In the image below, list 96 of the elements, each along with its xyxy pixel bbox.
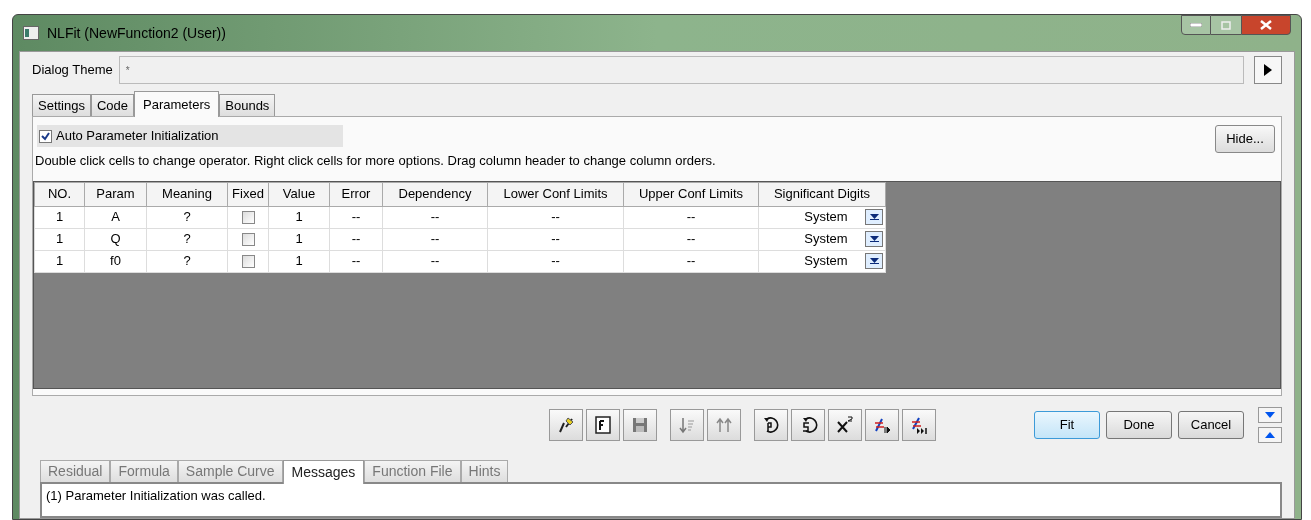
tab[interactable]: Formula — [110, 460, 178, 482]
caret-up-icon — [1265, 432, 1275, 438]
expand-button[interactable] — [1258, 427, 1282, 443]
checkbox[interactable] — [241, 211, 255, 225]
toolbar-button[interactable] — [791, 409, 825, 441]
table-cell: 1 — [55, 231, 64, 247]
column-header[interactable]: Lower Conf Limits — [487, 182, 624, 206]
close-button[interactable] — [1241, 15, 1291, 35]
table-cell: -- — [430, 231, 440, 247]
table-cell: -- — [351, 231, 361, 247]
tab[interactable]: Settings — [32, 94, 91, 116]
minimize-button[interactable] — [1181, 15, 1211, 35]
table-cell: 1 — [295, 253, 303, 269]
tab[interactable]: Function File — [364, 460, 461, 482]
tab[interactable]: Residual — [40, 460, 111, 482]
dialog-theme-value: * — [125, 63, 130, 78]
checkbox[interactable] — [39, 129, 52, 143]
column-header[interactable]: Fixed — [227, 182, 269, 206]
iterate-until-done-icon — [909, 415, 929, 435]
caret-down-icon — [1265, 412, 1275, 418]
tab[interactable]: Hints — [460, 460, 509, 482]
dropdown-button[interactable] — [865, 231, 883, 247]
hint-text: Double click cells to change operator. Right click cells for more options. Drag column header to change column orders. — [35, 152, 717, 170]
maximize-icon — [1221, 20, 1231, 30]
dialog-theme-label: Dialog Theme — [32, 61, 113, 80]
table-cell: -- — [551, 231, 560, 247]
table-cell: -- — [686, 231, 696, 247]
sort-up-icon — [714, 415, 734, 435]
column-header[interactable]: NO. — [34, 182, 85, 206]
table-cell: ? — [183, 253, 191, 269]
dialog-button[interactable]: Cancel — [1178, 411, 1244, 439]
dialog-button[interactable]: Fit — [1034, 411, 1100, 439]
toolbar-button[interactable] — [902, 409, 936, 441]
table-cell: -- — [430, 209, 440, 225]
play-button[interactable] — [1254, 56, 1282, 84]
table-cell: 1 — [55, 209, 64, 225]
tab[interactable]: Code — [91, 94, 135, 116]
dropdown-value: System — [803, 208, 849, 227]
sort-down-icon — [677, 415, 697, 435]
toolbar-button[interactable] — [828, 409, 862, 441]
table-cell: -- — [686, 209, 696, 225]
checkbox-label: Auto Parameter Initialization — [56, 127, 219, 146]
table-cell: -- — [351, 253, 361, 269]
maximize-button[interactable] — [1211, 15, 1241, 35]
table-cell: ? — [183, 231, 191, 247]
dialog-button[interactable]: Done — [1106, 411, 1172, 439]
table-cell: 1 — [295, 231, 303, 247]
play-icon — [1264, 64, 1272, 76]
close-icon — [1260, 20, 1272, 30]
save-icon — [630, 415, 650, 435]
dropdown-value: System — [803, 230, 849, 249]
dropdown-button[interactable] — [865, 253, 883, 269]
table-cell: -- — [351, 209, 361, 225]
tab[interactable]: Sample Curve — [177, 460, 283, 482]
checkbox[interactable] — [241, 255, 255, 269]
table-cell: 1 — [295, 209, 303, 225]
caret-down-icon — [869, 214, 879, 220]
checkbox[interactable] — [241, 233, 255, 247]
window-app-icon — [23, 26, 39, 40]
column-header[interactable]: Value — [268, 182, 330, 206]
table-cell: -- — [686, 253, 696, 269]
table-cell: ? — [183, 209, 191, 225]
table-cell: Q — [110, 231, 121, 247]
toolbar-button[interactable] — [865, 409, 899, 441]
table-cell: 1 — [55, 253, 64, 269]
message-line: (1) Parameter Initialization was called. — [46, 487, 267, 505]
minimize-icon — [1190, 23, 1202, 27]
caret-down-icon — [869, 258, 879, 264]
collapse-button[interactable] — [1258, 407, 1282, 423]
dropdown-value: System — [803, 252, 849, 271]
function-document-icon — [593, 415, 613, 435]
tab[interactable]: Messages — [282, 460, 365, 484]
table-cell: -- — [551, 253, 560, 269]
column-header[interactable]: Upper Conf Limits — [623, 182, 759, 206]
undo-p-icon — [761, 415, 781, 435]
tab[interactable]: Bounds — [219, 94, 276, 116]
table-cell: -- — [551, 209, 560, 225]
chi-square-icon — [835, 415, 855, 435]
column-header[interactable]: Dependency — [382, 182, 488, 206]
caret-down-icon — [869, 236, 879, 242]
column-header[interactable]: Meaning — [146, 182, 228, 206]
table-cell: -- — [430, 253, 440, 269]
table-cell: A — [111, 209, 120, 225]
dialog-theme-field[interactable]: * — [118, 56, 1244, 84]
function-pencil-icon — [556, 415, 576, 435]
toolbar-button[interactable] — [586, 409, 620, 441]
window-title: NLFit (NewFunction2 (User)) — [47, 23, 226, 43]
toolbar-button[interactable] — [754, 409, 788, 441]
hide-button[interactable]: Hide... — [1215, 125, 1275, 153]
toolbar-button[interactable] — [549, 409, 583, 441]
dropdown-button[interactable] — [865, 209, 883, 225]
tab[interactable]: Parameters — [134, 91, 220, 117]
column-header[interactable]: Significant Digits — [758, 182, 886, 206]
column-header[interactable]: Param — [84, 182, 147, 206]
column-header[interactable]: Error — [329, 182, 383, 206]
table-cell: f0 — [110, 253, 121, 269]
